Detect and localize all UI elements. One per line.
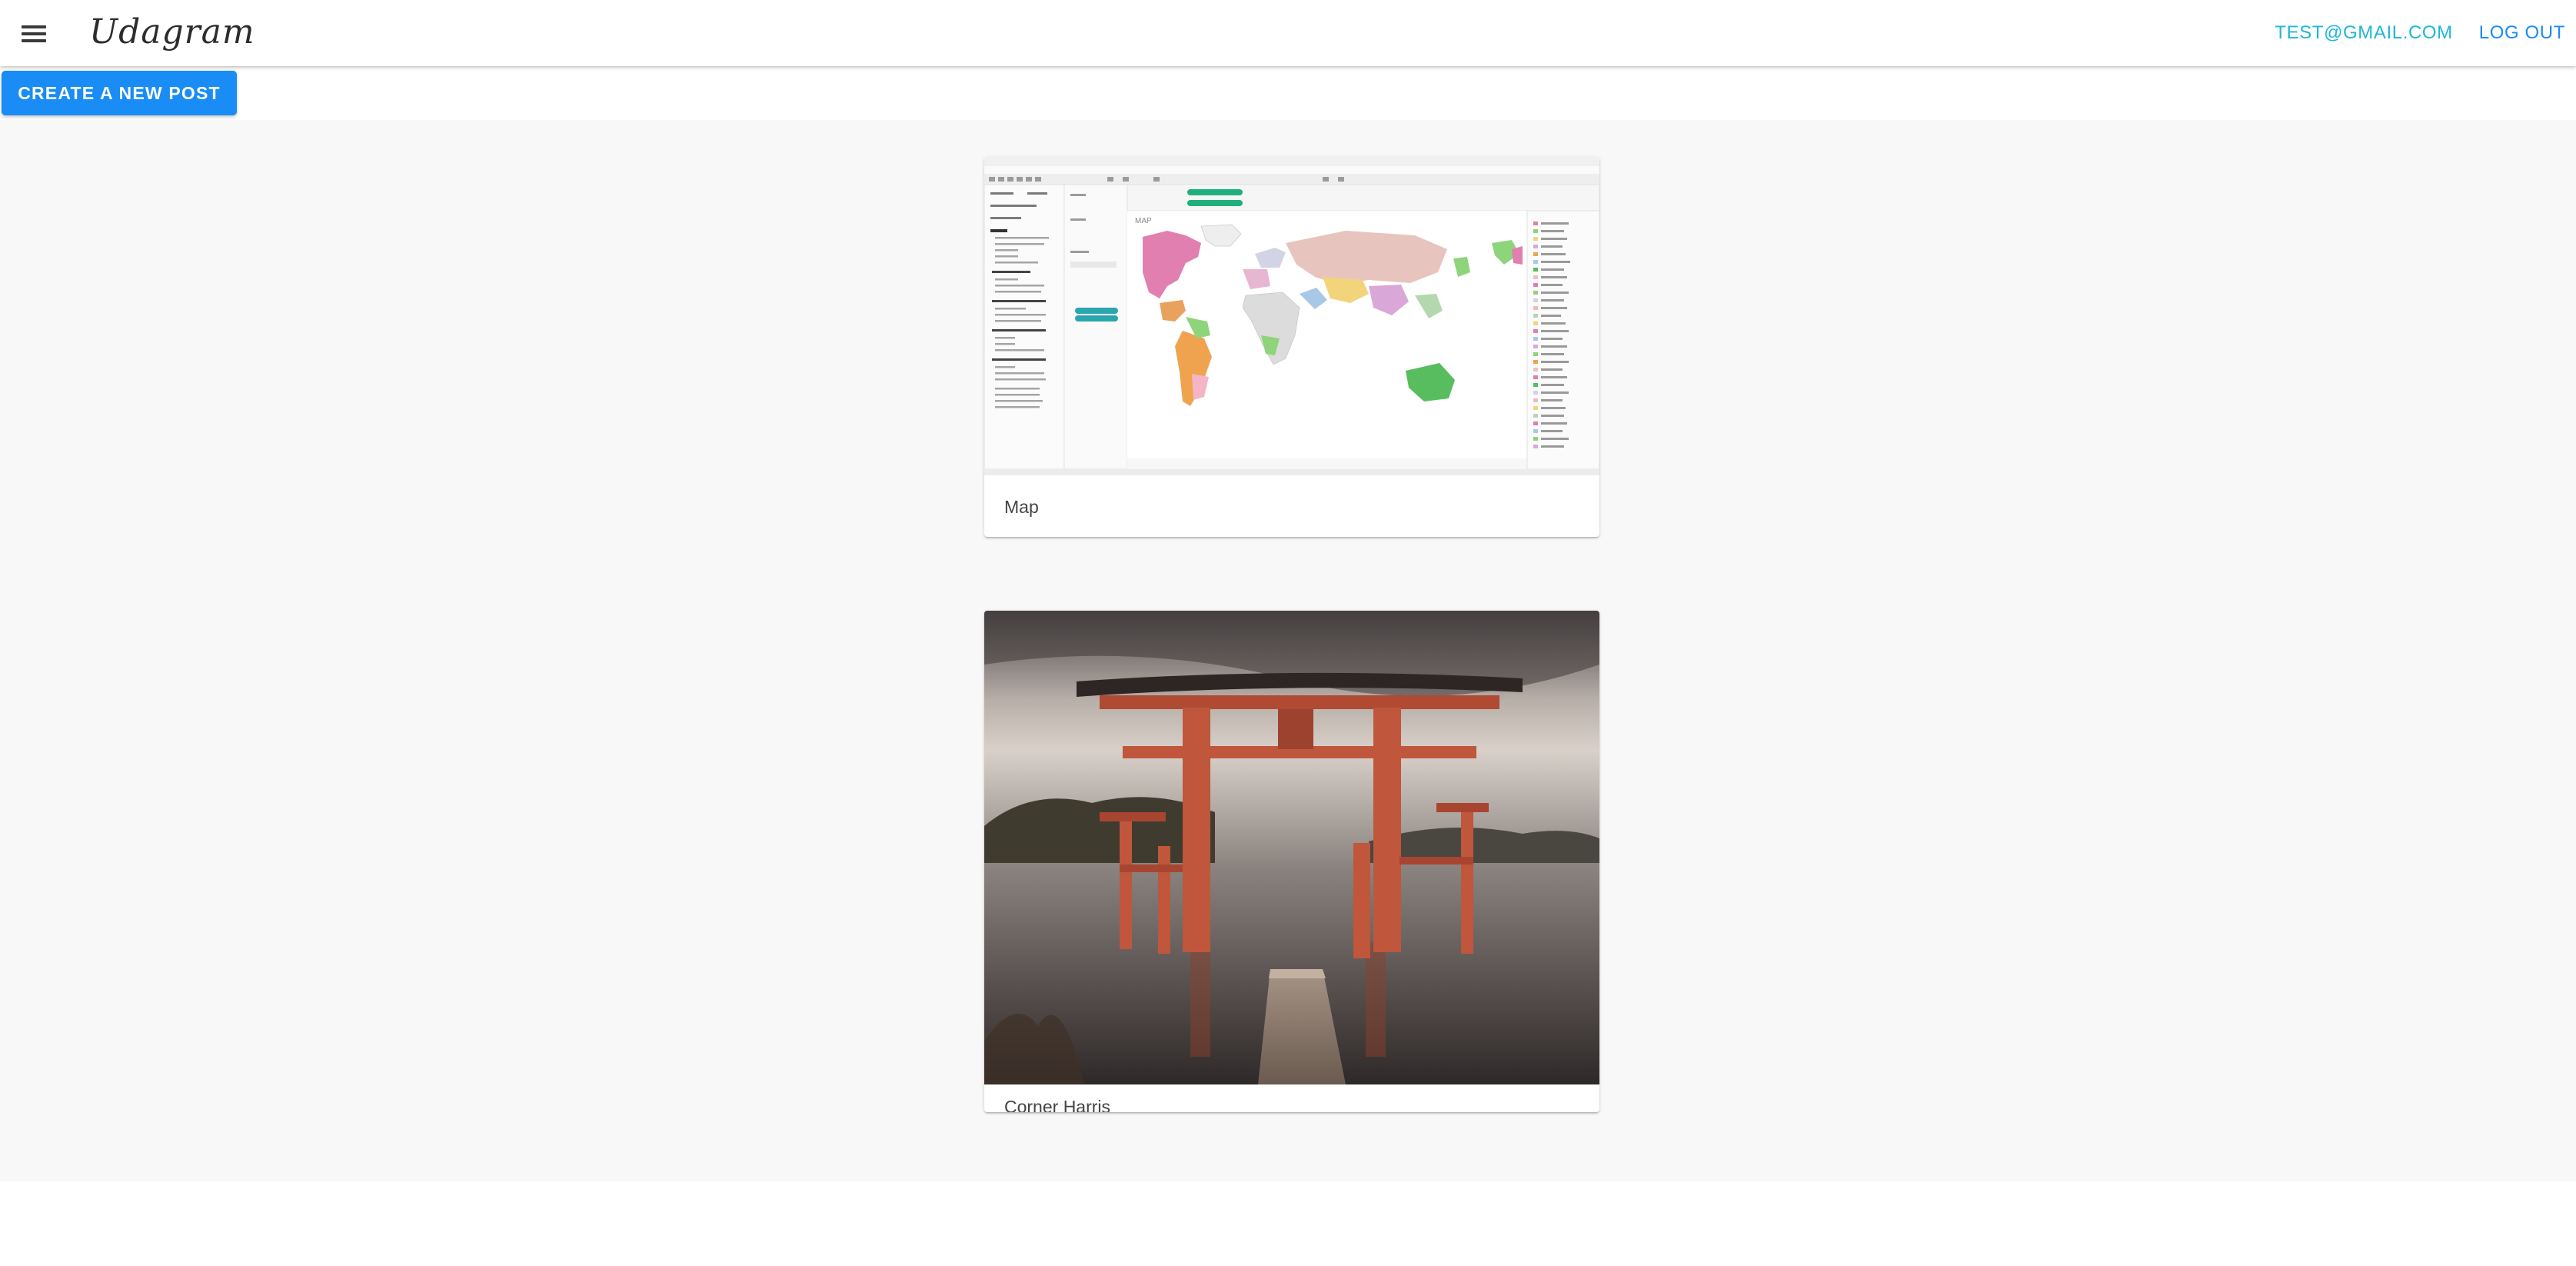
post-feed: MAP Map Corner Harris	[0, 120, 2576, 1181]
menu-icon[interactable]	[17, 17, 51, 51]
post-card-corner-harris[interactable]: Corner Harris	[984, 611, 1599, 1112]
post-caption: Map	[1004, 497, 1039, 517]
post-caption: Corner Harris	[1004, 1097, 1111, 1112]
header-links: TEST@GMAIL.COM LOG OUT	[2275, 17, 2565, 49]
user-email-link[interactable]: TEST@GMAIL.COM	[2275, 22, 2452, 44]
app-brand[interactable]: Udagram	[89, 9, 255, 55]
post-image-torii-gate	[984, 611, 1599, 1084]
app-toolbar: Udagram TEST@GMAIL.COM LOG OUT	[0, 0, 2576, 66]
post-image-map: MAP	[984, 157, 1599, 475]
svg-text:MAP: MAP	[1135, 217, 1152, 225]
post-card-map[interactable]: MAP Map	[984, 157, 1599, 537]
logout-link[interactable]: LOG OUT	[2479, 22, 2565, 44]
create-post-button[interactable]: CREATE A NEW POST	[2, 71, 237, 115]
